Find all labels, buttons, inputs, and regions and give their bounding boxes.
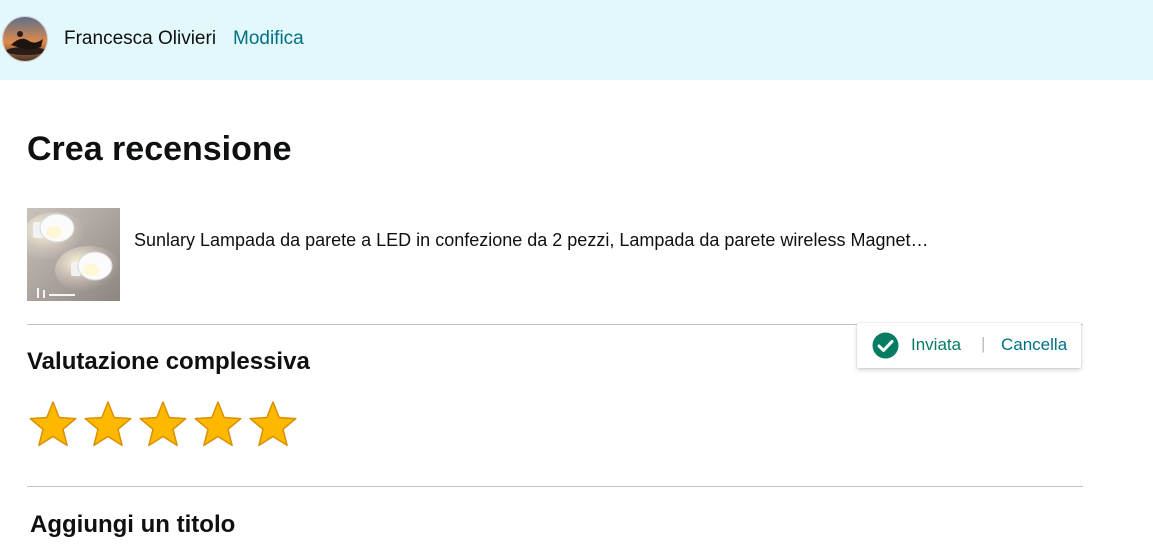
product-thumbnail <box>27 208 120 301</box>
star-5-icon[interactable] <box>247 399 299 451</box>
star-2-icon[interactable] <box>82 399 134 451</box>
edit-profile-link[interactable]: Modifica <box>233 28 304 50</box>
lamp-product-image <box>27 208 120 301</box>
submission-toast: Inviata | Cancella <box>857 323 1081 368</box>
star-4-icon[interactable] <box>192 399 244 451</box>
avatar[interactable] <box>2 16 48 62</box>
avatar-image <box>3 17 47 61</box>
product-name: Sunlary Lampada da parete a LED in confe… <box>134 230 929 250</box>
page-title: Crea recensione <box>27 130 292 168</box>
profile-bar: Francesca Olivieri Modifica <box>0 0 1153 80</box>
divider <box>27 486 1083 487</box>
check-circle-icon <box>872 332 899 359</box>
overall-rating-heading: Valutazione complessiva <box>27 348 310 375</box>
add-title-heading: Aggiungi un titolo <box>30 511 236 538</box>
status-label: Inviata <box>911 335 962 354</box>
toast-separator: | <box>981 334 986 353</box>
star-3-icon[interactable] <box>137 399 189 451</box>
star-1-icon[interactable] <box>27 399 79 451</box>
user-name: Francesca Olivieri <box>64 28 217 49</box>
cancel-button[interactable]: Cancella <box>1001 335 1067 355</box>
